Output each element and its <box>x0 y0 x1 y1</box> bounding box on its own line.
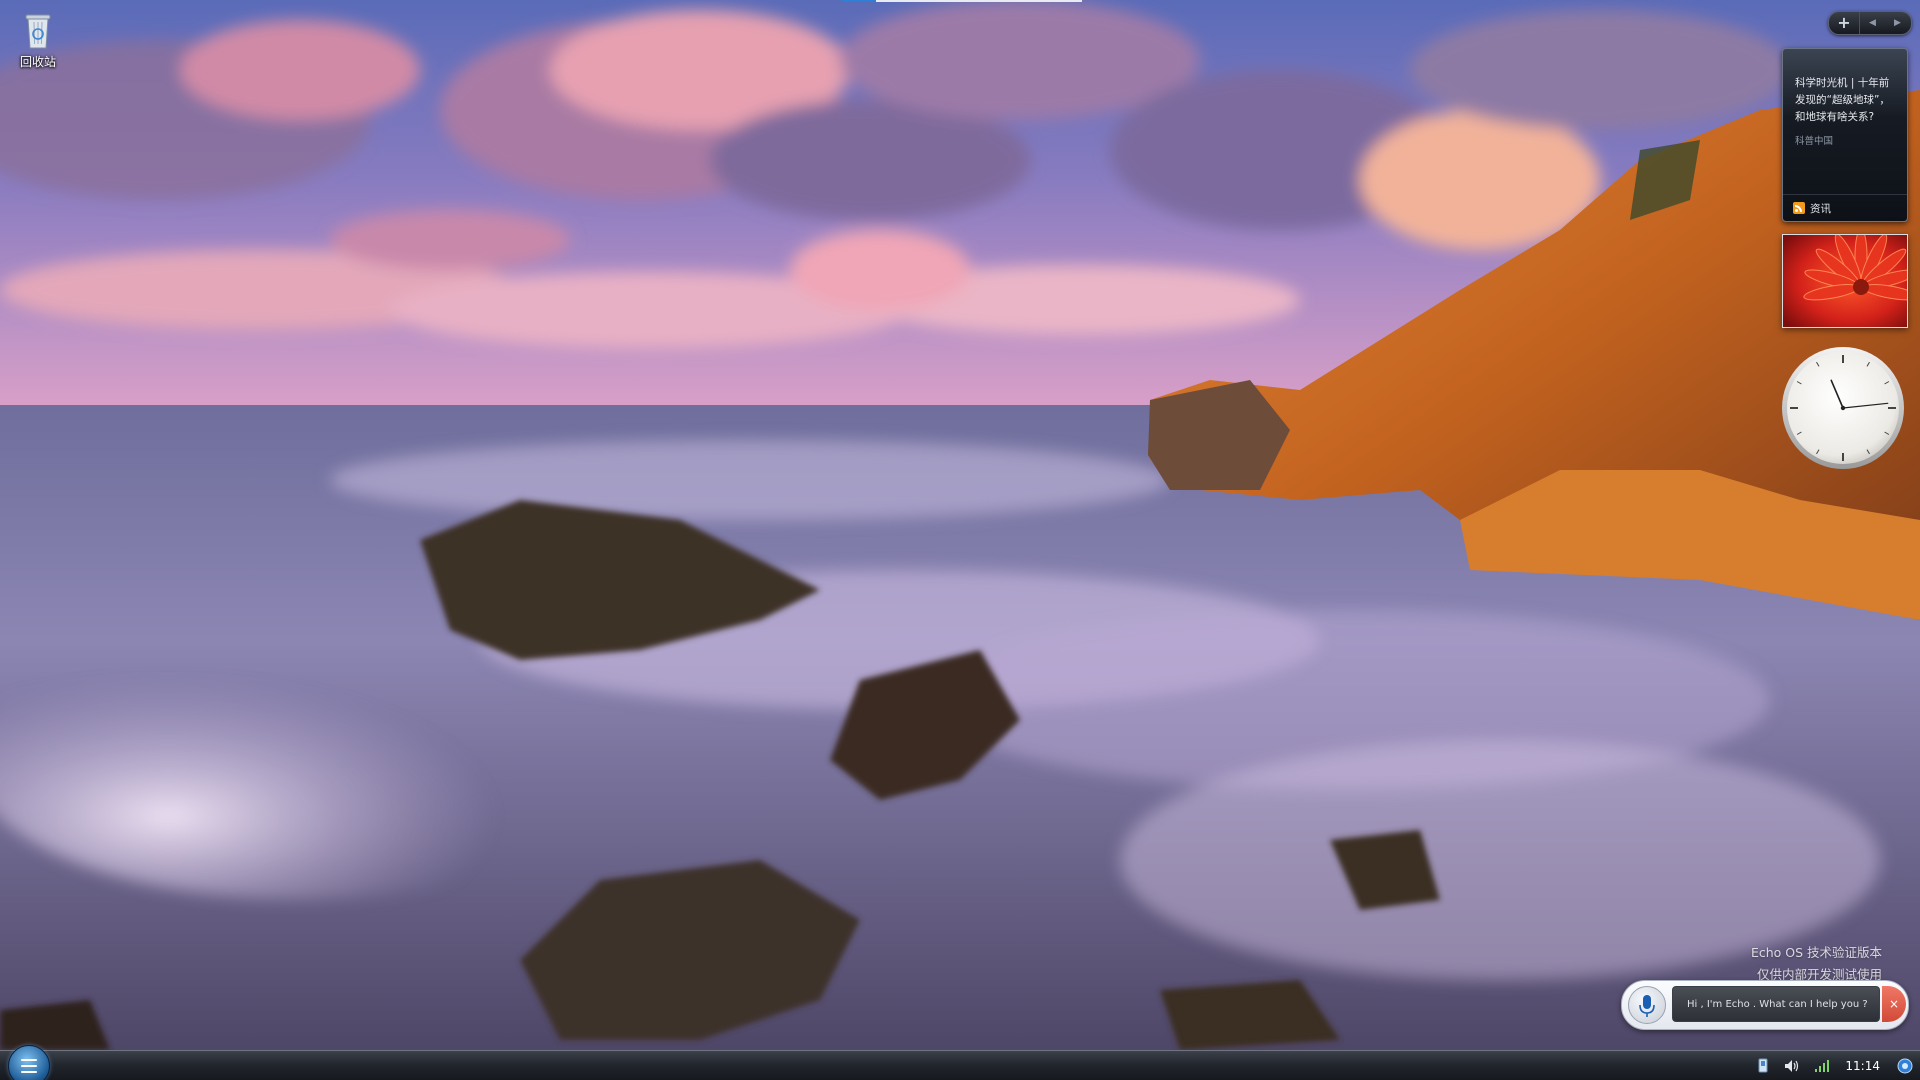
news-gadget[interactable]: 科学时光机 | 十年前发现的“超级地球”，和地球有啥关系? 科普中国 资讯 <box>1782 48 1908 222</box>
next-page-button[interactable]: ▶ <box>1885 12 1910 34</box>
previous-page-button[interactable]: ◀ <box>1860 12 1885 34</box>
photo-gadget[interactable] <box>1782 234 1908 328</box>
wallpaper-image <box>0 0 1920 1080</box>
echo-close-button[interactable]: × <box>1882 986 1906 1022</box>
start-button[interactable] <box>8 1045 50 1080</box>
desktop-icon-label: 回收站 <box>19 55 56 69</box>
echo-assistant-widget: × <box>1621 980 1909 1030</box>
microphone-icon <box>1639 995 1655 1017</box>
add-gadget-button[interactable]: + <box>1829 12 1860 34</box>
news-footer-label: 资讯 <box>1810 202 1831 215</box>
top-progress-strip <box>842 0 1082 2</box>
network-device-icon[interactable] <box>1756 1058 1770 1074</box>
taskbar: 11:14 <box>0 1045 1920 1080</box>
taskbar-clock[interactable]: 11:14 <box>1845 1059 1880 1073</box>
gadget-toolbar: + ◀ ▶ <box>1828 11 1912 35</box>
desktop: 回收站 + ◀ ▶ 科学时光机 | 十年前发现的“超级地球”，和地球有啥关系? … <box>0 0 1920 1080</box>
notification-icon[interactable] <box>1897 1058 1913 1074</box>
news-footer[interactable]: 资讯 <box>1783 194 1907 221</box>
desktop-icon-recycle-bin[interactable]: 回收站 <box>12 10 64 70</box>
microphone-button[interactable] <box>1628 986 1666 1024</box>
red-flower-photo <box>1783 235 1907 327</box>
rss-icon <box>1793 202 1805 214</box>
news-source: 科普中国 <box>1795 136 1834 147</box>
top-progress-fill <box>842 0 876 2</box>
recycle-bin-icon <box>25 14 51 49</box>
analog-clock-gadget[interactable] <box>1780 345 1906 471</box>
system-tray: 11:14 <box>1749 1051 1920 1080</box>
echo-query-input[interactable] <box>1672 986 1880 1022</box>
news-headline[interactable]: 科学时光机 | 十年前发现的“超级地球”，和地球有啥关系? <box>1795 75 1899 126</box>
signal-icon[interactable] <box>1814 1059 1830 1073</box>
watermark-line-1: Echo OS 技术验证版本 <box>1750 945 1882 960</box>
volume-icon[interactable] <box>1784 1059 1800 1073</box>
start-menu-icon <box>21 1059 37 1077</box>
clock-center <box>1840 405 1846 411</box>
